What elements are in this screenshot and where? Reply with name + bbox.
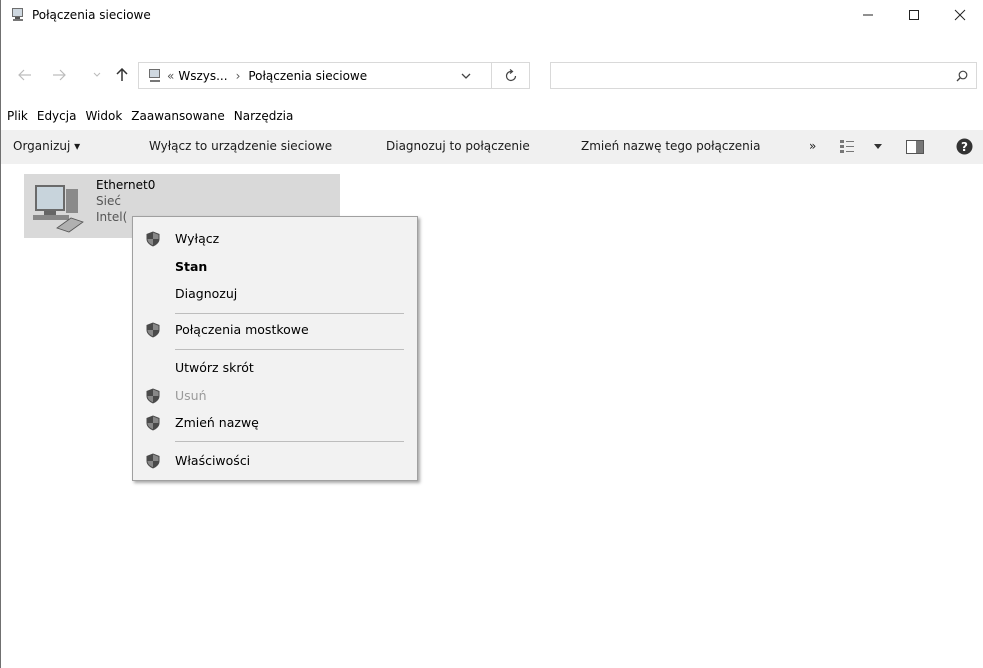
menu-bar: Plik Edycja Widok Zaawansowane Narzędzia [1,105,296,127]
network-adapter-icon [33,185,84,233]
back-arrow-icon [18,69,31,81]
search-input[interactable] [550,62,977,89]
address-dropdown-icon[interactable] [461,73,471,80]
network-connections-icon [149,68,160,82]
menu-advanced[interactable]: Zaawansowane [131,109,224,123]
address-box[interactable]: « Wszys... › Połączenia sieciowe [138,62,530,89]
uac-shield-icon [146,453,160,469]
context-menu: Wyłącz Stan Diagnozuj Połączenia mostkow… [132,216,418,481]
uac-shield-icon [146,322,160,338]
address-divider [491,63,492,88]
recent-locations-button[interactable] [90,60,104,90]
menu-separator [175,441,404,442]
up-button[interactable] [114,60,130,90]
menu-item-properties[interactable]: Właściwości [133,450,417,472]
menu-item-disable[interactable]: Wyłącz [133,228,417,250]
uac-shield-icon [146,415,160,431]
disable-device-button[interactable]: Wyłącz to urządzenie sieciowe [149,139,332,153]
view-dropdown-icon[interactable] [874,144,882,149]
diagnose-connection-button[interactable]: Diagnozuj to połączenie [386,139,530,153]
forward-button[interactable] [49,60,69,90]
menu-item-label: Diagnozuj [175,286,238,301]
maximize-icon [909,10,919,20]
svg-text:?: ? [961,140,968,154]
menu-item-bridge-connections[interactable]: Połączenia mostkowe [133,319,417,341]
search-icon [956,70,968,82]
window-title: Połączenia sieciowe [32,8,151,22]
menu-tools[interactable]: Narzędzia [234,109,294,123]
title-bar: Połączenia sieciowe [1,0,983,30]
close-button[interactable] [937,0,983,30]
menu-item-label: Usuń [175,388,207,403]
breadcrumb-separator[interactable]: › [236,69,241,83]
rename-connection-button[interactable]: Zmień nazwę tego połączenia [581,139,760,153]
command-bar: Organizuj ▾ Wyłącz to urządzenie sieciow… [1,130,983,164]
menu-item-label: Połączenia mostkowe [175,322,309,337]
menu-item-delete: Usuń [133,385,417,407]
address-bar-row: « Wszys... › Połączenia sieciowe [1,60,983,90]
connection-adapter: Intel( [96,210,128,224]
more-commands-button[interactable]: » [809,139,816,153]
menu-item-label: Stan [175,259,208,274]
uac-shield-icon [146,388,160,404]
forward-arrow-icon [53,69,66,81]
organize-button[interactable]: Organizuj ▾ [13,139,80,153]
menu-item-label: Zmień nazwę [175,415,259,430]
close-icon [954,9,966,21]
breadcrumb-all-items[interactable]: Wszys... [178,69,227,83]
menu-separator [175,349,404,350]
menu-edit[interactable]: Edycja [37,109,77,123]
back-button[interactable] [15,60,35,90]
menu-item-create-shortcut[interactable]: Utwórz skrót [133,357,417,379]
refresh-icon[interactable] [505,69,518,83]
up-arrow-icon [116,68,128,81]
recent-dropdown-icon [93,72,101,77]
menu-separator [175,313,404,314]
caption-buttons [845,0,983,30]
menu-item-label: Utwórz skrót [175,360,254,375]
menu-view[interactable]: Widok [85,109,122,123]
help-icon[interactable]: ? [956,138,973,155]
menu-item-label: Właściwości [175,453,251,468]
network-connections-icon [12,8,23,21]
menu-item-status[interactable]: Stan [133,256,417,278]
minimize-button[interactable] [845,0,891,30]
breadcrumb-network-connections[interactable]: Połączenia sieciowe [248,69,367,83]
menu-item-rename[interactable]: Zmień nazwę [133,412,417,434]
connection-name: Ethernet0 [96,178,156,192]
minimize-icon [863,14,873,16]
connection-network: Sieć [96,194,121,208]
view-options-icon[interactable] [839,138,855,154]
menu-file[interactable]: Plik [7,109,28,123]
maximize-button[interactable] [891,0,937,30]
explorer-window: Połączenia sieciowe « Wszys... › Połącze… [0,0,983,668]
menu-item-diagnose[interactable]: Diagnozuj [133,283,417,305]
uac-shield-icon [146,231,160,247]
hidden-crumbs-chevron[interactable]: « [167,69,174,83]
menu-item-label: Wyłącz [175,231,220,246]
preview-pane-icon[interactable] [906,140,924,154]
